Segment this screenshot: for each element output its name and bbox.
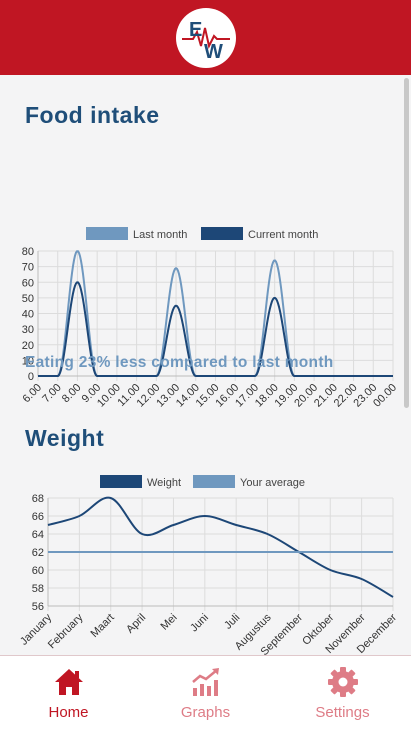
x-tick-label: Juli bbox=[222, 612, 242, 632]
nav-graphs[interactable]: Graphs bbox=[137, 656, 274, 732]
y-tick-label: 58 bbox=[32, 583, 44, 595]
legend-swatch bbox=[86, 227, 128, 240]
y-tick-label: 62 bbox=[32, 547, 44, 559]
x-tick-label: 6.00 bbox=[20, 382, 44, 406]
food-intake-chart: 010203040506070806.007.008.009.0010.0011… bbox=[0, 150, 411, 420]
nav-settings[interactable]: Settings bbox=[274, 656, 411, 732]
gear-icon bbox=[327, 666, 359, 698]
y-tick-label: 56 bbox=[32, 601, 44, 613]
nav-graphs-label: Graphs bbox=[137, 704, 274, 721]
legend-label: Last month bbox=[133, 229, 187, 241]
x-tick-label: 10.00 bbox=[95, 382, 123, 410]
dashboard-content[interactable]: Food intake 010203040506070806.007.008.0… bbox=[0, 75, 411, 655]
svg-text:E: E bbox=[189, 19, 202, 41]
weight-title: Weight bbox=[25, 425, 104, 452]
x-tick-label: 00.00 bbox=[371, 382, 399, 410]
y-tick-label: 68 bbox=[32, 493, 44, 505]
y-tick-label: 30 bbox=[22, 324, 34, 336]
legend-swatch bbox=[201, 227, 243, 240]
x-tick-label: Juni bbox=[188, 612, 211, 635]
nav-home-label: Home bbox=[0, 704, 137, 721]
x-tick-label: Mei bbox=[159, 612, 180, 633]
x-tick-label: February bbox=[46, 611, 86, 651]
nav-home[interactable]: Home bbox=[0, 656, 137, 732]
y-tick-label: 20 bbox=[22, 340, 34, 352]
y-tick-label: 64 bbox=[32, 529, 44, 541]
y-tick-label: 60 bbox=[32, 565, 44, 577]
weight-line bbox=[48, 498, 393, 597]
bottom-nav: Home Graphs Sett bbox=[0, 655, 411, 732]
legend-label: Weight bbox=[147, 477, 181, 489]
y-tick-label: 40 bbox=[22, 309, 34, 321]
legend-label: Your average bbox=[240, 477, 305, 489]
food-summary: Eating 23% less compared to last month bbox=[25, 354, 334, 372]
nav-settings-label: Settings bbox=[274, 704, 411, 721]
legend-label: Current month bbox=[248, 229, 318, 241]
food-intake-title: Food intake bbox=[25, 102, 160, 129]
y-tick-label: 50 bbox=[22, 293, 34, 305]
svg-text:W: W bbox=[204, 41, 223, 63]
y-tick-label: 60 bbox=[22, 277, 34, 289]
weight-chart: 56586062646668JanuaryFebruaryMaartAprilM… bbox=[0, 470, 411, 655]
y-tick-label: 80 bbox=[22, 246, 34, 258]
app-header: E W bbox=[0, 0, 411, 75]
scrollbar[interactable] bbox=[404, 78, 409, 408]
x-tick-label: 8.00 bbox=[60, 382, 84, 406]
x-tick-label: Maart bbox=[88, 612, 116, 640]
y-tick-label: 70 bbox=[22, 262, 34, 274]
graphs-icon bbox=[190, 666, 222, 698]
home-icon bbox=[53, 666, 85, 698]
x-tick-label: April bbox=[124, 612, 148, 636]
legend-swatch bbox=[193, 475, 235, 488]
legend-swatch bbox=[100, 475, 142, 488]
y-tick-label: 66 bbox=[32, 511, 44, 523]
x-tick-label: 7.00 bbox=[40, 382, 64, 406]
app-logo: E W bbox=[176, 8, 236, 68]
y-tick-label: 0 bbox=[28, 371, 34, 383]
